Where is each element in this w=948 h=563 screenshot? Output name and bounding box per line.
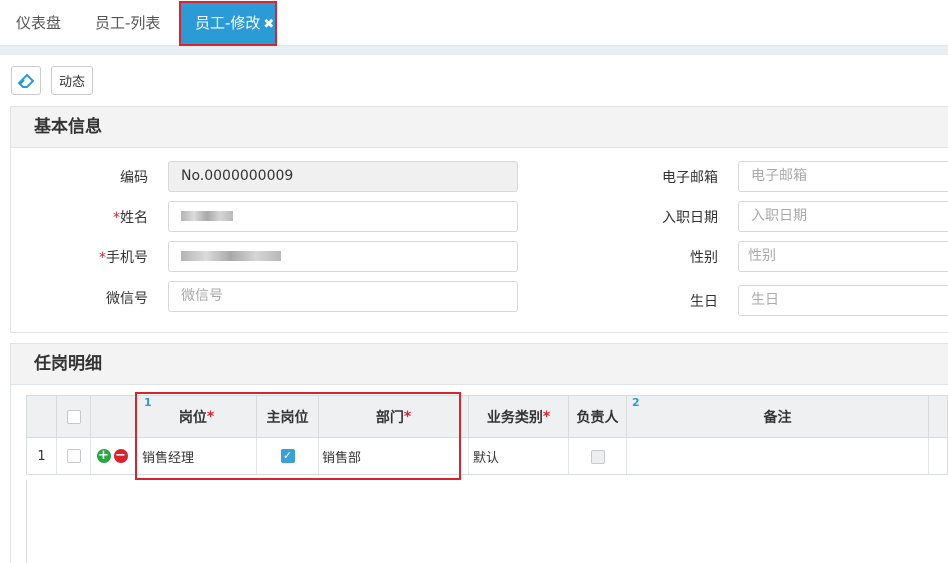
row-checkbox[interactable] [66, 449, 81, 463]
table-row[interactable]: 1 + − 销售经理 ✓ 销售部 默认 [26, 438, 948, 475]
birthday-field[interactable]: 生日 [738, 285, 948, 316]
tab-employee-edit-label: 员工-修改 [195, 14, 261, 32]
sort-order-icon: 1 [144, 396, 152, 409]
basic-info-title: 基本信息 [11, 107, 948, 148]
grid-border [26, 480, 27, 563]
hire-date-field[interactable]: 入职日期 [738, 201, 948, 232]
hire-date-label: 入职日期 [662, 210, 718, 226]
header-actions [91, 396, 137, 437]
close-icon[interactable]: ✖ [263, 17, 274, 32]
tab-dashboard[interactable]: 仪表盘 [0, 0, 77, 46]
grid-header: 1 岗位 * 主岗位 部门 * 业务类别 * 负责人 2 备注 [26, 395, 948, 438]
header-position-label: 岗位 [178, 409, 207, 426]
wechat-label: 微信号 [106, 291, 148, 307]
header-department[interactable]: 部门 * [319, 396, 469, 437]
row-manager-cell[interactable] [569, 438, 627, 474]
add-row-icon[interactable]: + [96, 449, 111, 463]
header-department-label: 部门 [375, 409, 404, 426]
sort-order-icon: 2 [632, 396, 640, 409]
row-index: 1 [27, 438, 57, 474]
code-label: 编码 [120, 170, 148, 186]
row-actions: + − [91, 438, 137, 474]
name-label: *姓名 [60, 207, 148, 227]
eraser-icon [17, 73, 35, 88]
phone-label-text: 手机号 [106, 250, 148, 266]
gender-select[interactable]: 性别 [738, 241, 948, 272]
required-mark: * [113, 210, 120, 226]
header-business-type-label: 业务类别 [486, 409, 543, 426]
primary-checkbox[interactable]: ✓ [280, 449, 295, 463]
select-all-checkbox[interactable] [66, 409, 81, 424]
phone-label: *手机号 [60, 247, 148, 267]
row-department[interactable]: 销售部 [319, 438, 469, 474]
header-manager[interactable]: 负责人 [569, 396, 627, 437]
header-business-type[interactable]: 业务类别 * [469, 396, 569, 437]
required-mark: * [542, 408, 551, 425]
required-mark: * [206, 408, 215, 425]
header-select-all[interactable] [57, 396, 91, 437]
tab-bar: 仪表盘 员工-列表 员工-修改 ✖ [0, 0, 948, 46]
row-position[interactable]: 销售经理 [137, 438, 257, 474]
row-remark[interactable] [627, 438, 929, 474]
activity-button[interactable]: 动态 [51, 66, 93, 95]
tab-employee-list[interactable]: 员工-列表 [79, 0, 176, 46]
email-field[interactable]: 电子邮箱 [738, 161, 948, 192]
manager-checkbox[interactable] [590, 450, 605, 464]
header-primary[interactable]: 主岗位 [257, 396, 319, 437]
name-label-text: 姓名 [120, 210, 148, 226]
required-mark: * [99, 250, 106, 266]
row-business-type[interactable]: 默认 [469, 438, 569, 474]
phone-field[interactable] [168, 241, 518, 272]
birthday-label: 生日 [690, 294, 718, 310]
row-primary-cell[interactable]: ✓ [257, 438, 319, 474]
tab-divider [0, 46, 948, 55]
redacted-phone [181, 251, 281, 261]
gender-label: 性别 [690, 250, 718, 266]
code-field: No.0000000009 [168, 161, 518, 192]
header-position[interactable]: 1 岗位 * [137, 396, 257, 437]
row-select-cell[interactable] [57, 438, 91, 474]
required-mark: * [403, 408, 412, 425]
header-remark[interactable]: 2 备注 [627, 396, 929, 437]
positions-title: 任岗明细 [11, 344, 948, 385]
tab-employee-edit[interactable]: 员工-修改 ✖ [179, 1, 277, 46]
header-index [27, 396, 57, 437]
redacted-name [181, 211, 233, 221]
header-remark-label: 备注 [763, 409, 792, 426]
remove-row-icon[interactable]: − [113, 449, 128, 463]
name-field[interactable] [168, 201, 518, 232]
wechat-field[interactable]: 微信号 [168, 281, 518, 312]
email-label: 电子邮箱 [662, 170, 718, 186]
eraser-button[interactable] [11, 66, 41, 95]
